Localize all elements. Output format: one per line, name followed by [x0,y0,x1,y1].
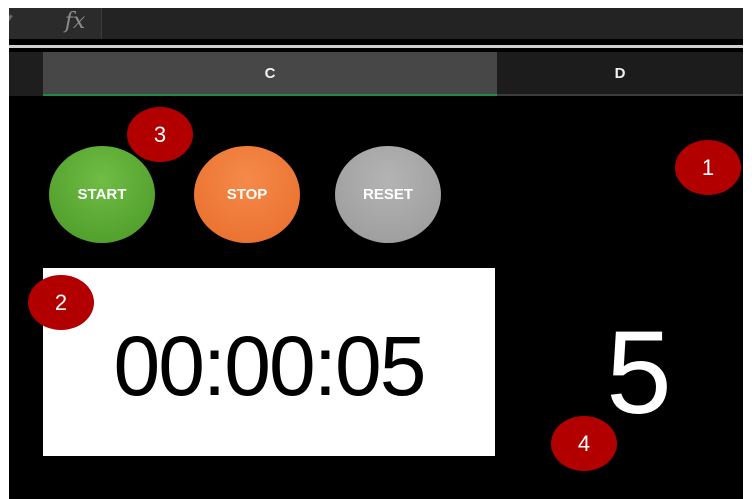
callout-badge-1: 1 [675,140,741,195]
timer-display-box: 00:00:05 [43,268,495,456]
reset-button[interactable]: RESET [335,146,441,243]
spreadsheet-window: fx C D START STOP RESET 00:00:05 5 1 2 3… [9,8,743,499]
callout-badge-4: 4 [551,416,617,471]
formula-bar: fx [9,8,743,39]
insert-function-icon[interactable]: fx [55,8,95,39]
column-header-c[interactable]: C [43,52,497,96]
formula-bar-divider [9,14,13,28]
column-header-row: C D [9,52,743,96]
seconds-cell-value[interactable]: 5 [584,308,694,438]
column-header-d[interactable]: D [497,52,743,96]
formula-input[interactable] [101,8,743,39]
start-button[interactable]: START [49,146,155,243]
column-d-border [497,94,743,96]
timer-display: 00:00:05 [113,319,427,413]
formula-bar-separator [9,45,743,48]
stop-button[interactable]: STOP [194,146,300,243]
callout-badge-3: 3 [127,107,193,162]
callout-badge-2: 2 [28,275,94,330]
